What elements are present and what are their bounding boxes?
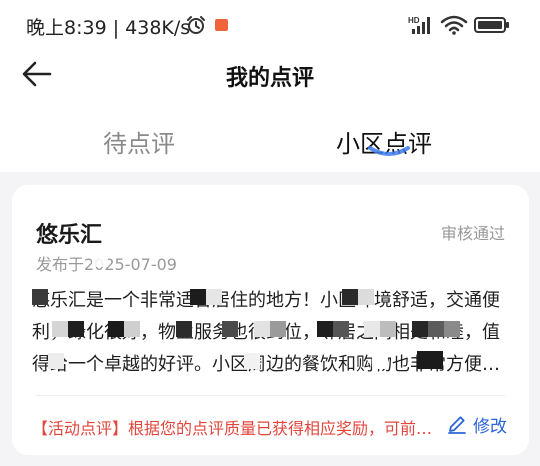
review-date: 发布于2025-07-09: [36, 255, 177, 274]
header-area: 晚上8:39 | 438K/s HD 我的点评 待点评 小区点评: [0, 0, 540, 172]
tab-active-indicator: [368, 146, 410, 156]
edit-pencil-icon: [448, 416, 466, 434]
status-time: 晚上8:39 | 438K/s: [26, 17, 191, 39]
review-card[interactable]: 悠乐汇 审核通过 发布于2025-07-09 悠乐汇是一个非常适合居住的地方！小…: [12, 185, 529, 455]
battery-icon: [474, 17, 509, 33]
community-name: 悠乐汇: [36, 223, 103, 248]
wifi-icon: [440, 15, 468, 35]
page-title: 我的点评: [225, 66, 314, 91]
alarm-icon: [187, 16, 205, 34]
review-body: 悠乐汇是一个非常适合居住的地方！小区环境舒适，交通便利，绿化很好，物业服务也很到…: [32, 290, 500, 375]
edit-button[interactable]: 修改: [447, 412, 507, 437]
edit-label: 修改: [473, 416, 507, 437]
review-status-badge: 审核通过: [440, 224, 505, 243]
card-divider: [36, 395, 505, 396]
hd-signal-icon: HD: [408, 16, 430, 34]
reward-notice: 【活动点评】根据您的点评质量已获得相应奖励，可前往查看: [32, 419, 436, 438]
svg-text:HD: HD: [408, 16, 420, 25]
notification-icon: [215, 19, 228, 31]
tab-pending-review[interactable]: 待点评: [103, 124, 175, 159]
status-bar: 晚上8:39 | 438K/s HD: [0, 0, 540, 50]
